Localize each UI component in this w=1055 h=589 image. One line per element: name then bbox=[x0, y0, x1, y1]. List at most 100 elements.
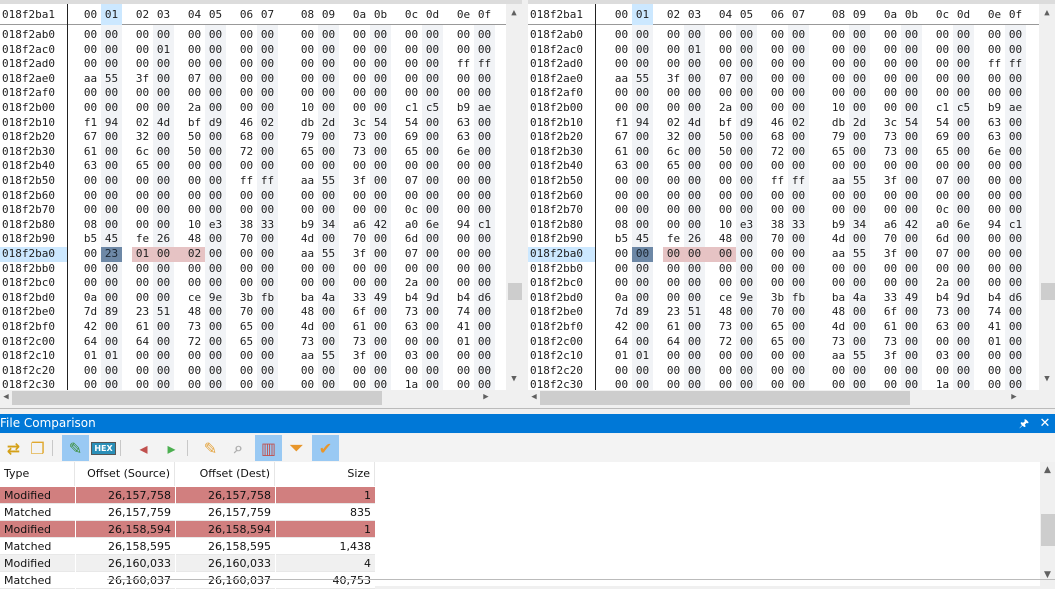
hex-byte[interactable]: 00 bbox=[101, 203, 122, 218]
hex-byte[interactable]: 00 bbox=[736, 320, 757, 335]
hex-byte[interactable]: 63 bbox=[932, 320, 953, 335]
hex-byte[interactable]: 6e bbox=[453, 145, 474, 160]
hex-byte[interactable]: 02 bbox=[257, 116, 278, 131]
hex-byte[interactable]: 00 bbox=[474, 116, 495, 131]
hex-byte[interactable]: 00 bbox=[236, 159, 257, 174]
hex-byte[interactable]: 00 bbox=[932, 262, 953, 277]
highlight-button[interactable]: ✎ bbox=[62, 435, 89, 461]
hex-byte[interactable]: 00 bbox=[953, 364, 974, 379]
hex-byte[interactable]: 00 bbox=[788, 335, 809, 350]
hex-byte[interactable]: 00 bbox=[736, 86, 757, 101]
hex-byte[interactable]: 00 bbox=[932, 159, 953, 174]
hex-byte[interactable]: 00 bbox=[474, 145, 495, 160]
hex-byte[interactable]: 00 bbox=[849, 305, 870, 320]
hex-byte[interactable]: 00 bbox=[101, 320, 122, 335]
hex-byte[interactable]: 23 bbox=[663, 305, 684, 320]
hex-byte[interactable]: 00 bbox=[132, 262, 153, 277]
hex-byte[interactable]: 00 bbox=[257, 28, 278, 43]
hex-byte[interactable]: 89 bbox=[101, 305, 122, 320]
hex-byte[interactable]: 00 bbox=[236, 43, 257, 58]
hex-byte[interactable]: 0c bbox=[932, 203, 953, 218]
hex-byte[interactable]: 00 bbox=[736, 262, 757, 277]
hex-byte[interactable]: 00 bbox=[736, 305, 757, 320]
hex-byte[interactable]: b9 bbox=[297, 218, 318, 233]
hex-byte[interactable]: 00 bbox=[132, 218, 153, 233]
hex-byte[interactable]: 00 bbox=[101, 364, 122, 379]
hex-byte[interactable]: d9 bbox=[205, 116, 226, 131]
hex-byte[interactable]: 00 bbox=[828, 276, 849, 291]
hex-byte[interactable]: 00 bbox=[736, 72, 757, 87]
hex-byte[interactable]: d6 bbox=[474, 291, 495, 306]
hex-byte[interactable]: 3c bbox=[880, 116, 901, 131]
hex-byte[interactable]: 00 bbox=[932, 189, 953, 204]
hex-byte[interactable]: 00 bbox=[318, 101, 339, 116]
hex-byte[interactable]: 00 bbox=[901, 320, 922, 335]
hex-byte[interactable]: 69 bbox=[401, 130, 422, 145]
hex-byte[interactable]: 00 bbox=[153, 247, 184, 262]
hex-byte[interactable]: 00 bbox=[349, 203, 370, 218]
row-offset[interactable]: 018f2b00 bbox=[530, 101, 594, 116]
hex-byte[interactable]: 00 bbox=[257, 364, 278, 379]
hex-byte[interactable]: 00 bbox=[401, 72, 422, 87]
hex-byte[interactable]: 67 bbox=[80, 130, 101, 145]
scroll-down-icon[interactable]: ▼ bbox=[1039, 374, 1055, 384]
hex-byte[interactable]: 00 bbox=[736, 57, 757, 72]
hex-byte[interactable]: 00 bbox=[767, 43, 788, 58]
hex-byte[interactable]: 00 bbox=[349, 276, 370, 291]
hex-byte[interactable]: 00 bbox=[901, 174, 922, 189]
hex-byte[interactable]: 00 bbox=[632, 335, 653, 350]
hex-byte[interactable]: 00 bbox=[297, 72, 318, 87]
hex-byte[interactable]: 00 bbox=[901, 232, 922, 247]
hex-byte[interactable]: 79 bbox=[828, 130, 849, 145]
hex-byte[interactable]: 00 bbox=[901, 159, 922, 174]
hex-byte[interactable]: 00 bbox=[767, 349, 788, 364]
hex-byte[interactable]: 45 bbox=[101, 232, 122, 247]
hex-byte[interactable]: f1 bbox=[611, 116, 632, 131]
hex-byte[interactable]: 55 bbox=[318, 247, 339, 262]
hex-byte[interactable]: 00 bbox=[236, 276, 257, 291]
hex-byte[interactable]: 00 bbox=[453, 189, 474, 204]
hex-byte[interactable]: b4 bbox=[932, 291, 953, 306]
hex-byte[interactable]: 00 bbox=[736, 247, 757, 262]
hex-byte[interactable]: 00 bbox=[684, 247, 715, 262]
hex-byte[interactable]: 00 bbox=[849, 101, 870, 116]
hex-byte[interactable]: 00 bbox=[788, 189, 809, 204]
hex-byte[interactable]: 00 bbox=[684, 349, 705, 364]
hex-byte[interactable]: 00 bbox=[880, 203, 901, 218]
hex-byte[interactable]: 33 bbox=[880, 291, 901, 306]
hex-byte[interactable]: 55 bbox=[849, 349, 870, 364]
row-offset[interactable]: 018f2ba0 bbox=[0, 247, 67, 262]
hex-byte[interactable]: 00 bbox=[153, 218, 174, 233]
hex-byte[interactable]: 0a bbox=[80, 291, 101, 306]
hex-byte[interactable]: 00 bbox=[101, 57, 122, 72]
hex-byte[interactable]: 26 bbox=[684, 232, 705, 247]
hex-byte[interactable]: 00 bbox=[788, 145, 809, 160]
hex-byte[interactable]: 00 bbox=[684, 276, 705, 291]
hex-byte[interactable]: 00 bbox=[132, 57, 153, 72]
hex-byte[interactable]: 00 bbox=[318, 189, 339, 204]
hex-byte[interactable]: 50 bbox=[715, 145, 736, 160]
hex-byte[interactable]: 00 bbox=[953, 335, 974, 350]
hex-byte[interactable]: 00 bbox=[153, 28, 174, 43]
hex-byte[interactable]: 7d bbox=[611, 305, 632, 320]
hex-byte[interactable]: 73 bbox=[349, 130, 370, 145]
hex-byte[interactable]: 00 bbox=[788, 262, 809, 277]
hex-byte[interactable]: 00 bbox=[205, 145, 226, 160]
hex-byte[interactable]: 00 bbox=[1005, 262, 1026, 277]
row-offset[interactable]: 018f2af0 bbox=[2, 86, 66, 101]
hex-byte[interactable]: 00 bbox=[632, 291, 653, 306]
hex-byte[interactable]: 00 bbox=[901, 86, 922, 101]
hex-byte[interactable]: 00 bbox=[684, 86, 705, 101]
hex-byte[interactable]: 65 bbox=[767, 320, 788, 335]
hex-byte[interactable]: 00 bbox=[370, 349, 391, 364]
hex-byte[interactable]: 00 bbox=[205, 86, 226, 101]
hex-byte[interactable]: 73 bbox=[184, 320, 205, 335]
hex-byte[interactable]: 73 bbox=[828, 335, 849, 350]
hex-byte[interactable]: 50 bbox=[715, 130, 736, 145]
hex-byte[interactable]: 00 bbox=[849, 335, 870, 350]
hex-byte[interactable]: 00 bbox=[80, 262, 101, 277]
hex-byte[interactable]: 65 bbox=[236, 320, 257, 335]
hex-byte[interactable]: 00 bbox=[1005, 232, 1026, 247]
row-offset[interactable]: 018f2ac0 bbox=[530, 43, 594, 58]
filter-button[interactable]: ⏷ bbox=[283, 435, 310, 461]
